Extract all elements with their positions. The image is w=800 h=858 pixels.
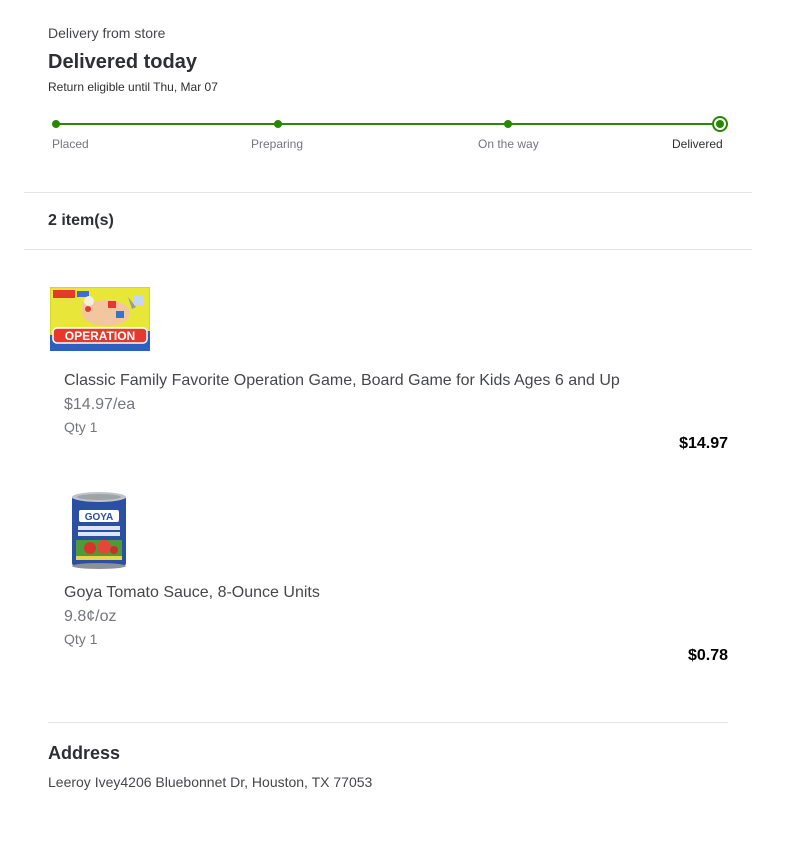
product-unit-price: $14.97/ea (64, 396, 136, 413)
product-total-price: $14.97 (679, 435, 728, 452)
delivery-status-title: Delivered today (48, 51, 197, 73)
goya-tomato-sauce-image[interactable]: GOYA (70, 490, 128, 570)
step-label-delivered: Delivered (672, 137, 723, 151)
product-quantity: Qty 1 (64, 419, 98, 435)
section-divider (24, 192, 752, 193)
step-label-on-the-way: On the way (478, 137, 539, 151)
product-total-price: $0.78 (687, 647, 728, 664)
order-header: Delivery from store Delivered today Retu… (48, 24, 218, 94)
return-eligibility-note: Return eligible until Thu, Mar 07 (48, 80, 218, 94)
goya-logo-text: GOYA (85, 512, 114, 523)
section-divider (48, 722, 728, 723)
product-unit-price: 9.8¢/oz (64, 608, 117, 625)
delivery-address: Leeroy Ivey4206 Bluebonnet Dr, Houston, … (48, 774, 373, 790)
order-progress-tracker: Placed Preparing On the way Delivered (48, 112, 734, 156)
operation-logo-text: OPERATION (65, 329, 135, 343)
section-divider (24, 249, 752, 250)
step-label-placed: Placed (52, 137, 89, 151)
items-count: 2 item(s) (48, 212, 114, 229)
step-dot-placed (52, 120, 60, 128)
product-quantity: Qty 1 (64, 631, 98, 647)
step-dot-on-the-way (504, 120, 512, 128)
step-dot-delivered (712, 116, 728, 132)
step-label-preparing: Preparing (251, 137, 304, 151)
address-heading: Address (48, 743, 121, 763)
delivery-method-label: Delivery from store (48, 25, 166, 41)
product-title[interactable]: Goya Tomato Sauce, 8-Ounce Units (64, 584, 320, 602)
operation-game-image[interactable]: OPERATION (49, 286, 151, 352)
step-dot-preparing (274, 120, 282, 128)
product-title[interactable]: Classic Family Favorite Operation Game, … (64, 372, 620, 390)
progress-line (56, 123, 721, 125)
